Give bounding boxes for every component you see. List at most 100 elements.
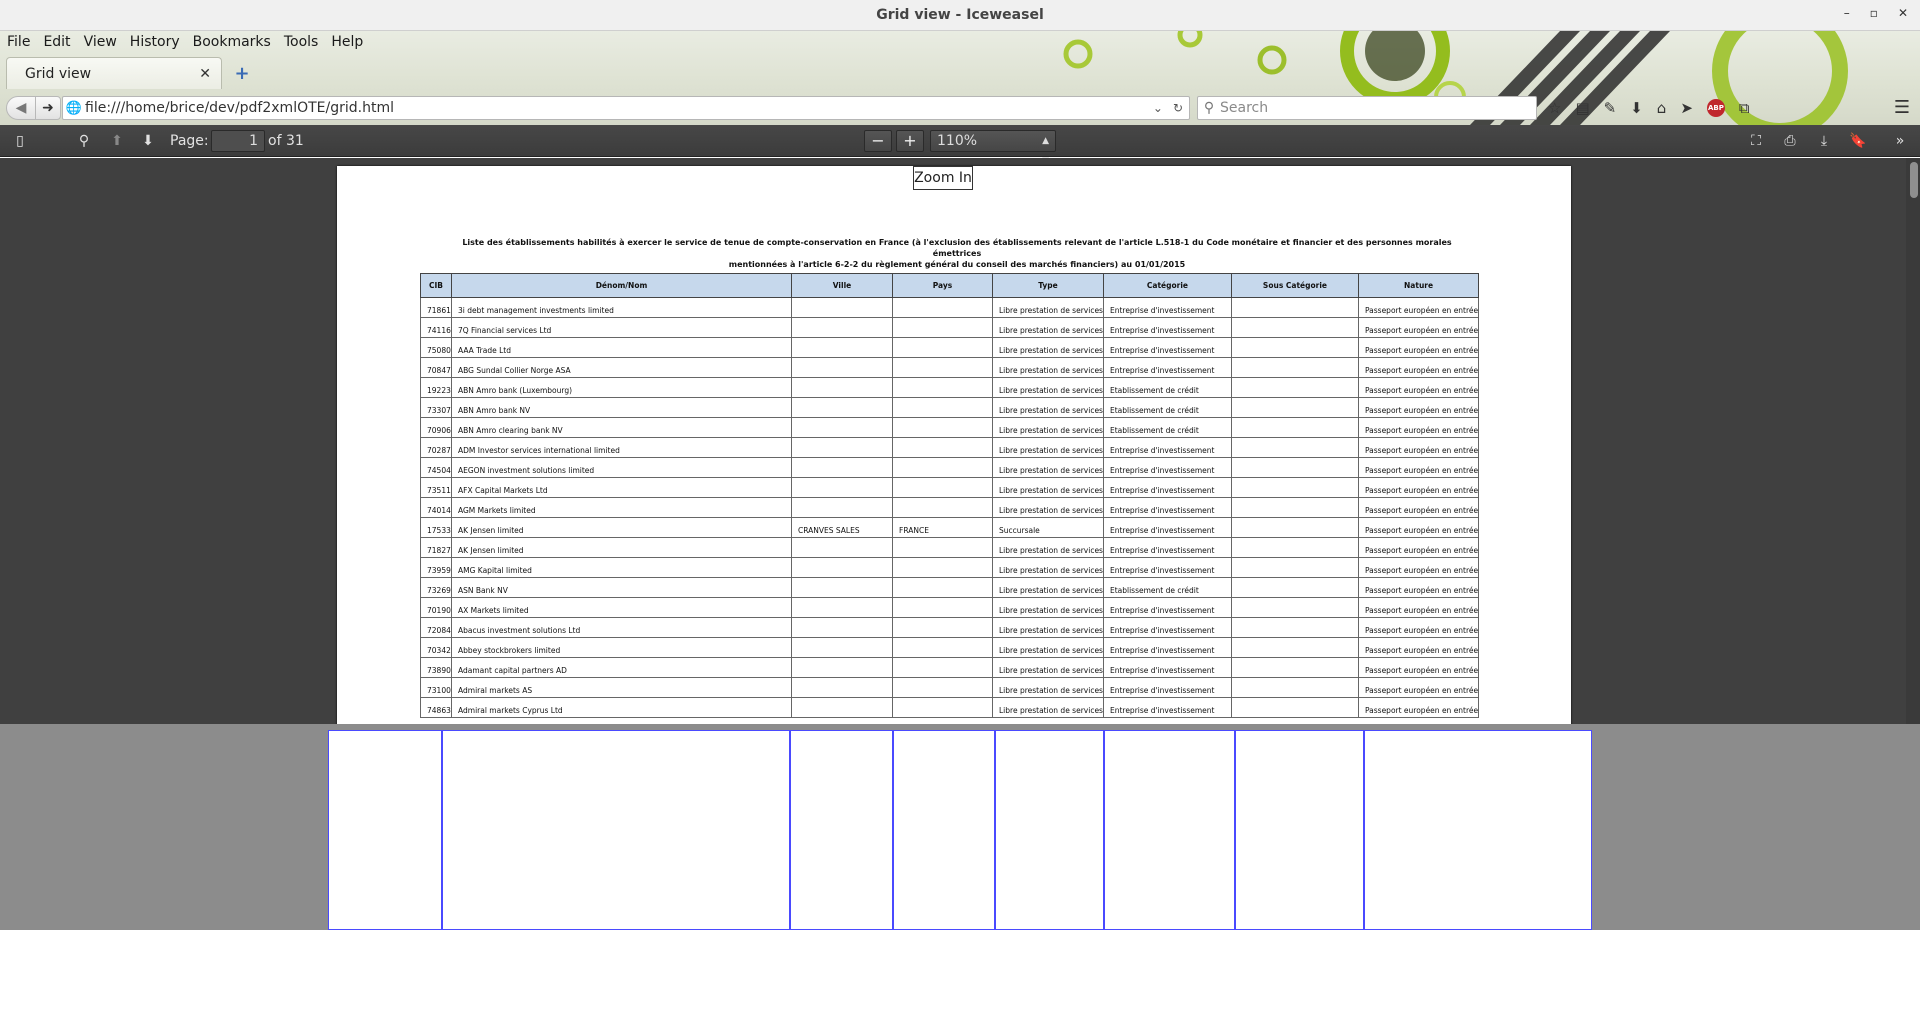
- table-cell: Admiral markets AS: [451, 677, 792, 698]
- table-cell: [892, 457, 993, 478]
- tab-grid-view[interactable]: Grid view ✕: [6, 57, 222, 89]
- table-row: 73890 Adamant capital partners AD Libre pr…: [420, 657, 1480, 678]
- download-pdf-icon[interactable]: ⤓: [1814, 131, 1834, 151]
- menu-edit[interactable]: Edit: [36, 34, 76, 50]
- grid-column-divider[interactable]: [441, 731, 443, 929]
- grid-column-divider[interactable]: [1234, 731, 1236, 929]
- previous-page-icon[interactable]: ⬆: [107, 131, 127, 151]
- table-header-row: CIB Dénom/Nom Ville Pays Type Catégorie Sous C…: [420, 273, 1480, 298]
- grid-column-divider[interactable]: [1363, 731, 1365, 929]
- table-cell: Libre prestation de services: [992, 457, 1104, 478]
- page-total: of 31: [268, 133, 304, 149]
- table-row: 73100 Admiral markets AS Libre prestation …: [420, 677, 1480, 698]
- adblock-icon[interactable]: ABP: [1706, 99, 1725, 117]
- table-cell: Libre prestation de services: [992, 357, 1104, 378]
- table-cell: 74504: [420, 457, 452, 478]
- table-cell: Entreprise d'investissement: [1102, 297, 1232, 318]
- table-cell: [1230, 637, 1359, 658]
- table-cell: Passeport européen en entrée: [1357, 297, 1480, 318]
- close-window-button[interactable]: ✕: [1898, 6, 1908, 20]
- next-page-icon[interactable]: ⬇: [138, 131, 158, 151]
- table-cell: Libre prestation de services: [992, 477, 1104, 498]
- table-cell: Passeport européen en entrée: [1357, 617, 1480, 638]
- hamburger-menu-icon[interactable]: ☰: [1894, 97, 1910, 118]
- table-cell: Libre prestation de services: [992, 677, 1104, 698]
- tools-chevron-icon[interactable]: »: [1890, 131, 1910, 151]
- zoom-in-button[interactable]: +: [896, 130, 924, 152]
- close-tab-icon[interactable]: ✕: [199, 66, 211, 82]
- grid-column-divider[interactable]: [994, 731, 996, 929]
- puzzle-icon[interactable]: ⧉: [1739, 99, 1750, 117]
- page-number-input[interactable]: 1: [211, 130, 265, 152]
- table-cell: [892, 337, 993, 358]
- presentation-mode-icon[interactable]: ⛶: [1746, 131, 1766, 151]
- column-header: Catégorie: [1102, 273, 1232, 298]
- sidebar-toggle-icon[interactable]: ▯: [12, 131, 28, 151]
- new-tab-button[interactable]: +: [232, 65, 252, 85]
- pen-icon[interactable]: ✎: [1604, 99, 1617, 117]
- menu-file[interactable]: File: [0, 34, 36, 50]
- table-cell: Libre prestation de services: [992, 297, 1104, 318]
- table-cell: Entreprise d'investissement: [1102, 497, 1232, 518]
- bookmark-icon[interactable]: 🔖: [1848, 131, 1868, 151]
- table-cell: [1230, 677, 1359, 698]
- scrollbar-thumb[interactable]: [1910, 162, 1918, 198]
- url-bar[interactable]: 🌐 file:///home/brice/dev/pdf2xmlOTE/grid…: [62, 96, 1190, 120]
- bookmark-star-icon[interactable]: ☆: [1548, 99, 1561, 117]
- table-cell: [791, 357, 893, 378]
- reload-icon[interactable]: ↻: [1173, 101, 1183, 115]
- find-icon[interactable]: ⚲: [74, 131, 94, 151]
- zoom-in-tooltip: Zoom In: [913, 166, 973, 190]
- table-row: 72084 Abacus investment solutions Ltd Libr…: [420, 617, 1480, 638]
- table-cell: Entreprise d'investissement: [1102, 317, 1232, 338]
- table-cell: ASN Bank NV: [451, 577, 792, 598]
- table-cell: [1230, 657, 1359, 678]
- table-cell: [1230, 437, 1359, 458]
- table-cell: [791, 437, 893, 458]
- table-cell: Passeport européen en entrée: [1357, 497, 1480, 518]
- table-cell: [892, 577, 993, 598]
- vertical-scrollbar[interactable]: [1906, 158, 1920, 724]
- print-icon[interactable]: ⎙: [1779, 131, 1801, 151]
- table-cell: [1230, 697, 1359, 718]
- table-cell: Passeport européen en entrée: [1357, 477, 1480, 498]
- url-text[interactable]: file:///home/brice/dev/pdf2xmlOTE/grid.h…: [85, 100, 1143, 116]
- grid-column-divider[interactable]: [789, 731, 791, 929]
- pdf-viewer[interactable]: Liste des établissements habilités à exe…: [0, 158, 1920, 724]
- zoom-out-button[interactable]: −: [864, 130, 892, 152]
- column-header: CIB: [420, 273, 452, 298]
- zoom-select[interactable]: 110% ▲▼: [930, 130, 1056, 166]
- menu-bookmarks[interactable]: Bookmarks: [186, 34, 277, 50]
- table-cell: 73269: [420, 577, 452, 598]
- table-cell: [892, 657, 993, 678]
- url-controls: ⌄ ↻: [1143, 101, 1189, 115]
- reading-list-icon[interactable]: ▤: [1575, 99, 1589, 117]
- grid-column-divider[interactable]: [892, 731, 894, 929]
- table-cell: [1230, 537, 1359, 558]
- table-cell: [791, 417, 893, 438]
- minimize-button[interactable]: –: [1844, 6, 1850, 20]
- back-button[interactable]: ◀: [6, 96, 36, 120]
- maximize-button[interactable]: ▫: [1870, 6, 1878, 20]
- table-cell: 73511: [420, 477, 452, 498]
- menu-history[interactable]: History: [123, 34, 186, 50]
- table-cell: Passeport européen en entrée: [1357, 557, 1480, 578]
- table-cell: [892, 397, 993, 418]
- send-icon[interactable]: ➤: [1680, 99, 1693, 117]
- table-cell: 70906: [420, 417, 452, 438]
- menu-help[interactable]: Help: [324, 34, 369, 50]
- document-title: Liste des établissements habilités à exe…: [457, 237, 1457, 270]
- table-cell: Passeport européen en entrée: [1357, 537, 1480, 558]
- table-cell: AX Markets limited: [451, 597, 792, 618]
- dropdown-icon[interactable]: ⌄: [1153, 101, 1163, 115]
- download-icon[interactable]: ⬇: [1630, 99, 1643, 117]
- forward-button[interactable]: ➜: [35, 96, 61, 120]
- menu-tools[interactable]: Tools: [277, 34, 325, 50]
- menu-view[interactable]: View: [77, 34, 123, 50]
- home-icon[interactable]: ⌂: [1657, 99, 1667, 117]
- grid-column-divider[interactable]: [1103, 731, 1105, 929]
- column-header: Nature: [1357, 273, 1480, 298]
- search-bar[interactable]: ⚲ Search: [1197, 96, 1537, 120]
- tab-label: Grid view: [25, 65, 92, 82]
- table-cell: Entreprise d'investissement: [1102, 637, 1232, 658]
